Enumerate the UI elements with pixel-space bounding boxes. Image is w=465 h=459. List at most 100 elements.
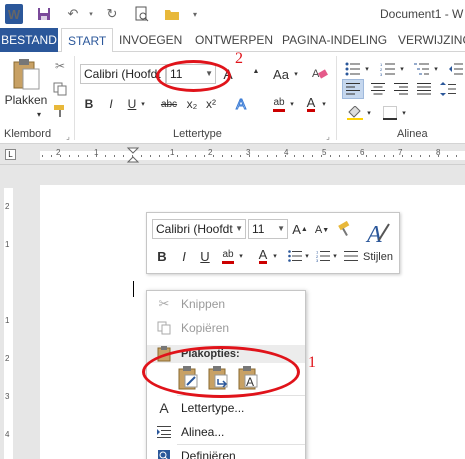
mini-font-color-icon[interactable]: A xyxy=(255,247,271,265)
numbering-dropdown-icon[interactable]: ▾ xyxy=(398,60,406,78)
ruler-number: 8 xyxy=(436,148,441,157)
customize-toolbar-icon[interactable]: ▾ xyxy=(190,4,200,24)
multilevel-dropdown-icon[interactable]: ▾ xyxy=(432,60,440,78)
menu-item-font-label: Lettertype... xyxy=(181,401,245,415)
shading-dropdown-icon[interactable]: ▾ xyxy=(365,104,373,122)
save-icon[interactable] xyxy=(35,4,53,24)
superscript-button[interactable]: x² xyxy=(203,95,219,113)
ruler-tick xyxy=(276,155,277,157)
tab-ontwerpen[interactable]: ONTWERPEN xyxy=(189,28,279,52)
clear-formatting-icon[interactable]: A xyxy=(311,64,329,82)
paste-button[interactable]: Plakken xyxy=(2,92,50,108)
vertical-ruler[interactable]: 2 1 1 2 3 4 xyxy=(0,166,18,459)
ruler-tick xyxy=(348,155,349,157)
align-center-icon[interactable] xyxy=(368,80,388,98)
change-case-button[interactable]: Aa xyxy=(270,65,292,83)
ruler-tick xyxy=(168,155,169,157)
mini-underline-button[interactable]: U xyxy=(198,247,212,265)
align-right-icon[interactable] xyxy=(391,80,411,98)
mini-format-painter-icon[interactable] xyxy=(335,219,355,239)
menu-item-paragraph[interactable]: Alinea... xyxy=(147,421,305,443)
ribbon-tabs: BESTAND START INVOEGEN ONTWERPEN PAGINA-… xyxy=(0,28,465,53)
mini-styles-icon[interactable]: A xyxy=(363,217,393,249)
italic-button[interactable]: I xyxy=(104,95,118,113)
bullets-icon[interactable] xyxy=(343,60,363,78)
mini-bullets-icon[interactable] xyxy=(287,247,303,265)
underline-dropdown-icon[interactable]: ▾ xyxy=(139,95,147,113)
mini-highlight-dropdown-icon[interactable]: ▾ xyxy=(237,247,245,265)
highlight-color-icon[interactable]: ab xyxy=(270,94,288,114)
ruler-tick xyxy=(51,155,52,157)
font-group-label: Lettertype xyxy=(173,128,222,140)
mini-styles-list-icon[interactable] xyxy=(343,247,359,265)
mini-highlight-icon[interactable]: ab xyxy=(219,247,237,265)
paste-icon[interactable] xyxy=(8,56,44,92)
open-folder-icon[interactable] xyxy=(163,4,181,24)
mini-bullets-dropdown-icon[interactable]: ▾ xyxy=(303,247,311,265)
ruler-tick xyxy=(141,155,142,157)
ruler-tick xyxy=(222,155,223,157)
borders-icon[interactable] xyxy=(380,104,400,122)
menu-item-define[interactable]: Definiëren xyxy=(147,445,305,459)
annotation-number-1: 1 xyxy=(308,354,316,371)
ruler-tick xyxy=(411,155,412,157)
mini-numbering-icon[interactable]: 123 xyxy=(315,247,331,265)
mini-font-color-dropdown-icon[interactable]: ▾ xyxy=(271,247,279,265)
mini-font-name-combo[interactable]: Calibri (Hoofdt ▼ xyxy=(152,219,246,239)
clipboard-launcher-icon[interactable]: ⌟ xyxy=(63,131,73,141)
mini-grow-font-icon[interactable]: A ▲ xyxy=(292,219,308,239)
bold-button[interactable]: B xyxy=(82,95,96,113)
numbering-icon[interactable]: 123 xyxy=(378,60,398,78)
menu-item-font[interactable]: A Lettertype... xyxy=(147,397,305,419)
mini-bold-button[interactable]: B xyxy=(155,247,169,265)
menu-item-define-label: Definiëren xyxy=(181,449,236,459)
copy-icon[interactable] xyxy=(51,80,69,98)
menu-item-paragraph-label: Alinea... xyxy=(181,425,225,439)
mini-font-size-combo[interactable]: 11 ▼ xyxy=(248,219,288,239)
undo-icon[interactable]: ↶ xyxy=(62,4,84,24)
change-case-dropdown-icon[interactable]: ▾ xyxy=(292,65,300,83)
vruler-number: 2 xyxy=(5,354,10,363)
subscript-button[interactable]: x₂ xyxy=(184,95,200,113)
menu-item-copy[interactable]: Kopiëren xyxy=(147,317,305,339)
shading-icon[interactable] xyxy=(345,104,365,122)
decrease-indent-icon[interactable] xyxy=(446,60,465,78)
tab-invoegen[interactable]: INVOEGEN xyxy=(113,28,188,52)
tab-verwijzingen[interactable]: VERWIJZING xyxy=(392,28,465,52)
mini-font-size-dropdown-icon[interactable]: ▼ xyxy=(277,220,285,238)
multilevel-list-icon[interactable] xyxy=(412,60,432,78)
highlight-dropdown-icon[interactable]: ▾ xyxy=(288,95,296,113)
font-color-button[interactable]: A xyxy=(303,94,319,114)
font-launcher-icon[interactable]: ⌟ xyxy=(323,131,333,141)
tab-bestand[interactable]: BESTAND xyxy=(0,28,58,52)
menu-item-cut[interactable]: ✂ Knippen xyxy=(147,293,305,315)
undo-dropdown-icon[interactable]: ▾ xyxy=(86,4,96,24)
tab-start[interactable]: START xyxy=(61,28,114,53)
mini-styles-label[interactable]: Stijlen xyxy=(360,249,396,265)
ruler-tick xyxy=(78,155,79,157)
ruler-tick xyxy=(258,155,259,157)
format-painter-icon[interactable] xyxy=(51,102,69,120)
print-preview-icon[interactable] xyxy=(133,4,151,24)
mini-shrink-font-icon[interactable]: A ▼ xyxy=(314,221,330,239)
paste-dropdown-icon[interactable]: ▾ xyxy=(34,108,44,120)
redo-icon[interactable]: ↻ xyxy=(103,4,121,24)
borders-dropdown-icon[interactable]: ▾ xyxy=(400,104,408,122)
bullets-dropdown-icon[interactable]: ▾ xyxy=(363,60,371,78)
cut-icon[interactable]: ✂ xyxy=(51,57,69,75)
ruler-tick xyxy=(240,155,241,157)
justify-icon[interactable] xyxy=(414,80,434,98)
underline-button[interactable]: U xyxy=(125,95,139,113)
font-color-dropdown-icon[interactable]: ▾ xyxy=(320,95,328,113)
mini-numbering-dropdown-icon[interactable]: ▾ xyxy=(331,247,339,265)
tab-pagina-indeling[interactable]: PAGINA-INDELING xyxy=(276,28,393,52)
mini-font-name-dropdown-icon[interactable]: ▼ xyxy=(235,220,243,238)
align-left-icon[interactable] xyxy=(342,79,364,99)
font-name-combo[interactable]: Calibri (Hoofdt xyxy=(80,64,166,84)
line-spacing-icon[interactable] xyxy=(437,80,459,98)
paragraph-group-label: Alinea xyxy=(397,128,428,140)
strikethrough-button[interactable]: abc xyxy=(158,95,180,113)
horizontal-ruler[interactable]: L 2112345678 xyxy=(0,145,465,165)
mini-italic-button[interactable]: I xyxy=(177,247,191,265)
text-effects-icon[interactable]: A xyxy=(232,93,254,113)
